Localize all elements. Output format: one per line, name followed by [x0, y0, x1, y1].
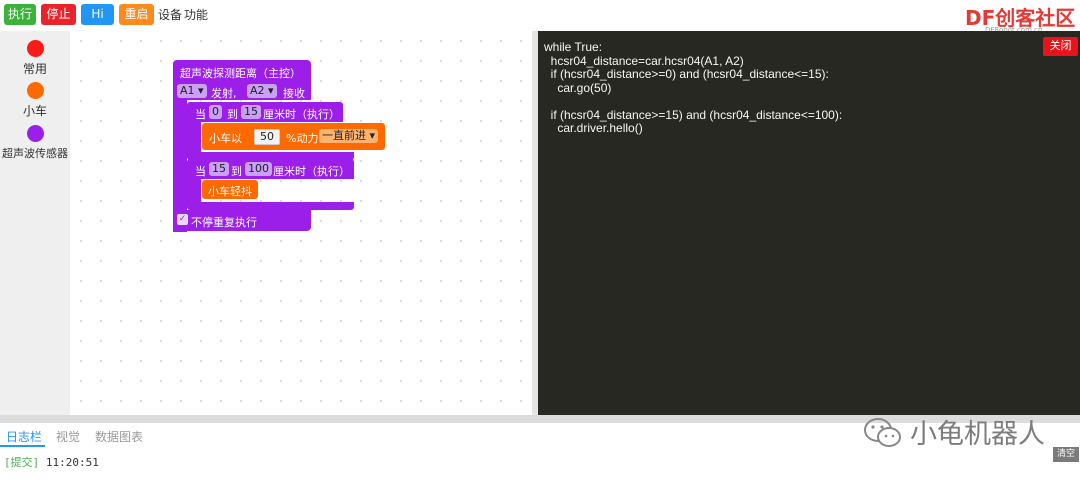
active-tab-indicator	[0, 445, 45, 447]
log-entry: [提交] 11:20:51	[4, 454, 99, 470]
speed-input[interactable]: 50	[254, 129, 280, 145]
orange-dot-icon	[26, 82, 44, 99]
close-button[interactable]: 关闭	[1043, 37, 1078, 56]
tab-vision[interactable]: 视觉	[56, 428, 80, 445]
echo-pin-dropdown[interactable]: A2 ▾	[247, 84, 277, 98]
ultrasonic-block-header[interactable]: 超声波探测距离（主控）	[173, 60, 311, 82]
purple-dot-icon	[26, 125, 44, 142]
stop-button[interactable]: 停止	[41, 4, 76, 25]
condition-block-2-footer	[187, 202, 354, 210]
direction-dropdown[interactable]: 一直前进 ▾	[319, 129, 379, 143]
category-car[interactable]: 小车	[0, 82, 70, 119]
to-label: 到	[231, 165, 242, 178]
log-tag: [提交]	[4, 456, 40, 469]
code-line: while True:	[544, 40, 603, 54]
category-common[interactable]: 常用	[0, 40, 70, 77]
top-toolbar: 执行 停止 Hi 重启 设备 功能 DF创客社区 DFRobot.com.cn	[0, 0, 1080, 34]
range-high-input[interactable]: 100	[245, 162, 272, 176]
power-label: %动力	[286, 132, 319, 145]
function-menu[interactable]: 功能	[184, 6, 208, 23]
car-shake-block[interactable]: 小车轻抖	[202, 180, 258, 199]
condition-block-2[interactable]: 当 15 到 100 厘米时（执行）	[187, 159, 354, 179]
repeat-forever-footer[interactable]: ✓ 不停重复执行	[173, 210, 311, 231]
block-workspace[interactable]: 超声波探测距离（主控） A1 ▾ 发射, A2 ▾ 接收 当 0 到 15 厘米…	[71, 31, 532, 415]
code-panel: while True: hcsr04_distance=car.hcsr04(A…	[538, 31, 1080, 415]
category-label: 超声波传感器	[2, 147, 68, 160]
tab-data-chart[interactable]: 数据图表	[95, 428, 143, 445]
trig-label: 发射,	[211, 87, 237, 100]
direction-value: 一直前进	[322, 129, 366, 142]
when-label: 当	[195, 165, 206, 178]
category-sidebar: 常用 小车 超声波传感器	[0, 31, 70, 415]
run-button[interactable]: 执行	[4, 4, 36, 25]
ultrasonic-pins-row: A1 ▾ 发射, A2 ▾ 接收	[173, 82, 311, 100]
when-label: 当	[195, 108, 206, 121]
code-line: car.driver.hello()	[544, 121, 643, 135]
go-prefix-label: 小车以	[209, 132, 242, 145]
code-line: if (hcsr04_distance>=15) and (hcsr04_dis…	[544, 107, 843, 122]
range-low-input[interactable]: 15	[209, 162, 229, 176]
watermark-text: 小龟机器人	[910, 419, 1045, 450]
range-high-input[interactable]: 15	[241, 105, 261, 119]
checkbox-icon[interactable]: ✓	[177, 214, 188, 225]
shake-label: 小车轻抖	[208, 185, 252, 198]
echo-pin-value: A2	[250, 84, 265, 97]
echo-label: 接收	[283, 87, 305, 100]
log-time: 11:20:51	[45, 456, 99, 469]
unit-label: 厘米时（执行）	[273, 165, 350, 178]
tab-log[interactable]: 日志栏	[6, 428, 42, 445]
code-line: car.go(50)	[544, 80, 612, 95]
repeat-label: 不停重复执行	[191, 216, 257, 229]
code-line: if (hcsr04_distance>=0) and (hcsr04_dist…	[544, 67, 829, 81]
red-dot-icon	[26, 40, 44, 57]
range-low-input[interactable]: 0	[209, 105, 222, 119]
category-label: 小车	[22, 104, 47, 118]
car-go-block[interactable]: 小车以 50 %动力 一直前进 ▾	[202, 123, 385, 150]
unit-label: 厘米时（执行）	[263, 108, 340, 121]
trig-pin-dropdown[interactable]: A1 ▾	[177, 84, 207, 98]
block-rail	[187, 179, 201, 203]
block-title: 超声波探测距离（主控）	[180, 67, 301, 80]
clear-button[interactable]: 清空	[1053, 447, 1079, 462]
wechat-icon	[864, 418, 901, 447]
block-rail	[187, 122, 201, 152]
condition-block-1[interactable]: 当 0 到 15 厘米时（执行）	[187, 102, 343, 122]
category-ultrasonic[interactable]: 超声波传感器	[0, 125, 70, 161]
code-line: hcsr04_distance=car.hcsr04(A1, A2)	[544, 53, 744, 68]
device-menu[interactable]: 设备	[158, 6, 182, 23]
restart-button[interactable]: 重启	[119, 4, 154, 25]
to-label: 到	[227, 108, 238, 121]
trig-pin-value: A1	[180, 84, 195, 97]
category-label: 常用	[22, 62, 47, 76]
hi-button[interactable]: Hi	[81, 4, 114, 25]
